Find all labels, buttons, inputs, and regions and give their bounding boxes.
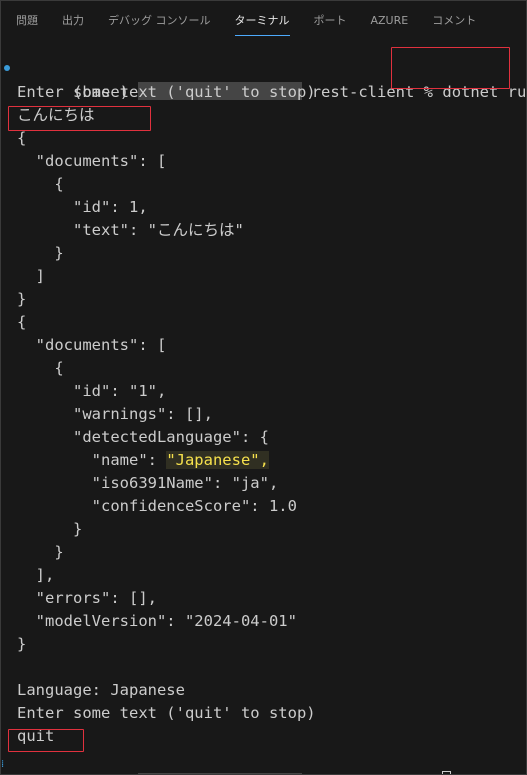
output-line: "warnings": [],: [17, 405, 213, 423]
tab-terminal[interactable]: ターミナル: [234, 11, 290, 36]
output-line: }: [17, 635, 27, 653]
panel-tab-bar: 問題 出力 デバッグ コンソール ターミナル ポート AZURE コメント: [1, 1, 526, 41]
output-line: "detectedLanguage": {: [17, 428, 269, 446]
output-line: "confidenceScore": 1.0: [17, 497, 297, 515]
tab-comments[interactable]: コメント: [432, 11, 476, 31]
output-line: ],: [17, 566, 55, 584]
annotation-box-input-quit: [8, 729, 84, 752]
command-decoration-icon[interactable]: ⁞: [1, 753, 4, 774]
output-line: "text": "こんにちは": [17, 221, 244, 239]
output-line: {: [17, 359, 64, 377]
output-line: }: [17, 290, 27, 308]
output-line: "name": "Japanese",: [1, 449, 526, 472]
json-key-name: "name":: [17, 451, 167, 469]
tab-debug-console[interactable]: デバッグ コンソール: [108, 11, 211, 31]
output-line: ]: [17, 267, 45, 285]
output-line: }: [17, 520, 83, 538]
output-line: "id": 1,: [17, 198, 148, 216]
terminal-cursor[interactable]: [442, 771, 452, 774]
output-line: Enter some text ('quit' to stop): [17, 704, 316, 722]
tab-azure[interactable]: AZURE: [371, 11, 409, 31]
annotation-box-command: [391, 47, 510, 89]
output-line: "id": "1",: [17, 382, 167, 400]
terminal-panel: 問題 出力 デバッグ コンソール ターミナル ポート AZURE コメント (b…: [0, 0, 527, 775]
output-line: "errors": [],: [17, 589, 157, 607]
output-line: Language: Japanese: [17, 681, 185, 699]
highlighted-language-value: "Japanese",: [166, 451, 269, 469]
output-line: {: [17, 313, 27, 331]
output-line: }: [17, 543, 64, 561]
output-line: "documents": [: [17, 152, 167, 170]
output-line: "iso6391Name": "ja",: [17, 474, 279, 492]
tab-ports[interactable]: ポート: [314, 11, 347, 31]
output-line: "modelVersion": "2024-04-01": [17, 612, 297, 630]
terminal-output[interactable]: (base) rest-client % dotnet run Enter so…: [1, 58, 526, 774]
output-line: "documents": [: [17, 336, 167, 354]
tab-problems[interactable]: 問題: [16, 11, 38, 31]
annotation-box-input-japanese: [8, 106, 151, 131]
tab-output[interactable]: 出力: [62, 11, 84, 31]
command-status-dot-icon: [4, 65, 10, 71]
output-line: }: [17, 244, 64, 262]
output-line: {: [17, 175, 64, 193]
